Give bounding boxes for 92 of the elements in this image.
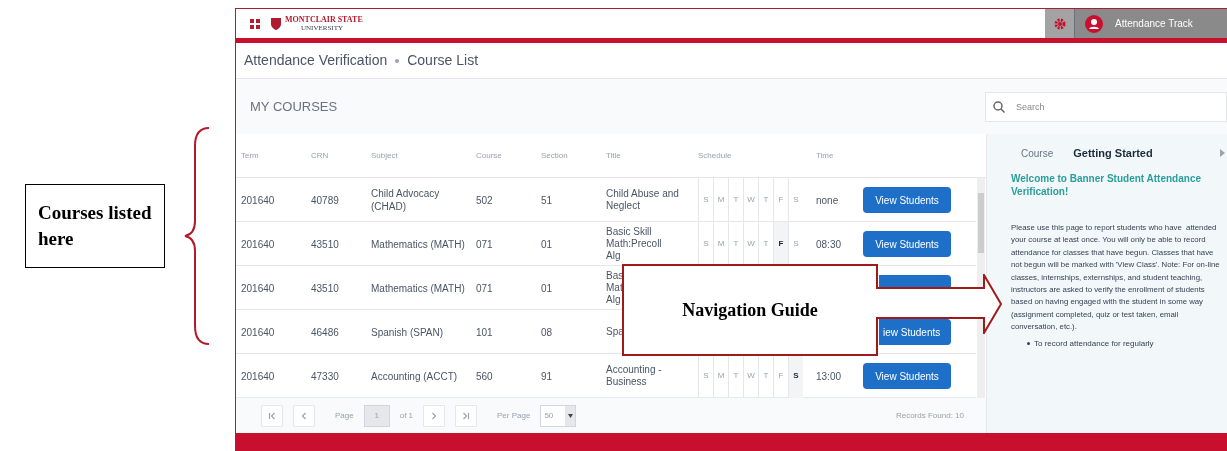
column-header: Term [241,149,260,162]
label-box: Courses listed here [25,183,165,268]
table-cell-text: Neglect [606,200,641,212]
settings-button[interactable] [1045,9,1075,38]
table-cell-text: Business [606,376,648,388]
table-cell-text: 40789 [311,193,340,208]
table-cell-text: Mathematics (MATH) [371,281,466,295]
table-cell-text: Accounting - [606,364,663,376]
table-cell-text: Child Abuse and [606,188,680,200]
column-header: Subject [371,149,399,162]
table-cell-text: 101 [476,325,494,340]
table-cell-text: Spanish (SPAN) [371,325,445,339]
table-cell-text: 46486 [311,325,340,340]
scroll-right-icon[interactable] [1220,149,1225,157]
table-cell-text: none [816,193,840,208]
shield-icon [270,16,282,31]
table-cell-text: Child Advocacy (CHAD) [371,187,441,213]
table-cell-text: Basic Skill [606,226,653,238]
column-header: Time [816,149,835,162]
table-cell-text: 201640 [241,281,276,296]
table-cell-text: 01 [541,237,554,252]
table-cell-text: Alg [606,250,622,262]
search-field[interactable]: Search [985,91,1227,122]
table-cell-text: 08 [541,325,554,340]
last-page-button[interactable] [455,404,478,427]
search-icon [993,100,1005,113]
per-page-label: Per Page [497,409,531,422]
page-count: of 1 [399,409,414,422]
breadcrumb-current: Course List [407,51,479,70]
sidebar-tab[interactable]: Getting Started [1073,144,1153,162]
table-cell-text: 51 [541,193,554,208]
table-cell-text: 01 [541,281,554,296]
first-page-button[interactable] [261,404,283,427]
table-cell-text: 201640 [241,193,276,208]
first-page-icon [268,411,276,420]
section-title: MY COURSES [250,97,338,116]
view-students-button[interactable]: View Students [863,363,951,389]
logo-text: MONTCLAIR STATE [285,14,363,24]
previous-page-button[interactable] [293,404,315,427]
day-cell: M [713,178,728,222]
day-cell: S [788,354,803,398]
column-header: Course [476,149,503,162]
day-cell: F [773,222,788,266]
table-cell-text: 08:30 [816,237,843,252]
column-header: Schedule [698,149,733,162]
column-header: Title [606,149,622,162]
column-header: CRN [311,149,330,162]
separator-icon [395,58,400,63]
table-cell-text: 201640 [241,237,276,252]
last-page-icon [462,411,471,420]
table-cell-text: Math:Precoll [606,238,663,250]
per-page-select[interactable]: 50 [540,404,577,427]
table-cell-text: 91 [541,369,554,384]
next-page-icon [430,411,439,420]
table-cell-text: 201640 [241,325,276,340]
table-cell-text: Bas [606,270,625,282]
callout-box: Navigation Guide [622,264,878,356]
next-page-button[interactable] [423,404,446,427]
settings-icon [1053,17,1066,30]
table-cell-text: Accounting (ACCT) [371,369,459,383]
records-count: Records Found: 10 [895,409,964,422]
sidebar-tab[interactable]: Course [1021,145,1054,161]
day-cell: T [758,178,773,222]
dropdown-caret-icon [567,413,573,418]
table-cell-text: 071 [476,281,494,296]
table-cell-text: 560 [476,369,494,384]
view-students-button[interactable]: View Students [863,231,951,257]
table-cell-text: 43510 [311,281,340,296]
view-students-button[interactable]: iew Students [879,319,951,345]
bullet-icon [1027,342,1030,346]
view-students-button[interactable]: View Students [863,187,951,213]
welcome-heading: Welcome to Banner Student Attendance Verification! [1011,172,1203,198]
day-cell: T [728,178,743,222]
day-cell: S [698,178,713,222]
user-menu-button[interactable]: Attendance Track [1075,9,1227,38]
table-cell-text: Mat [606,282,624,294]
previous-page-icon [300,411,308,420]
table-cell-text: 071 [476,237,494,252]
table-cell-text: 502 [476,193,494,208]
table-cell-text: Mathematics (MATH) [371,237,466,251]
day-cell: W [743,178,758,222]
day-cell: S [788,178,803,222]
user-avatar-icon [1085,14,1103,33]
grid-icon [250,18,260,29]
bullet-text: To record attendance for regularly [1034,337,1154,350]
table-cell-text: Alg [606,294,622,306]
column-header: Section [541,149,569,162]
table-cell-text: 47330 [311,369,340,384]
page-label: Page [335,409,354,422]
table-cell-text: 43510 [311,237,340,252]
table-cell-text: 13:00 [816,369,843,384]
table-cell-text: 201640 [241,369,276,384]
